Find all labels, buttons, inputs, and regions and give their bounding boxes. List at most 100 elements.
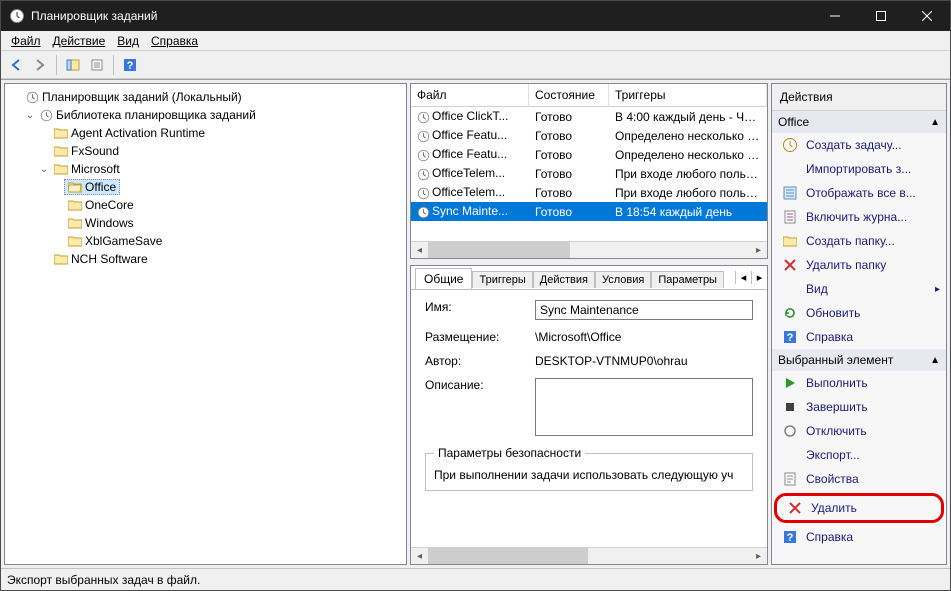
folder-icon [68, 199, 82, 211]
folder-icon [54, 145, 68, 157]
app-icon [9, 8, 25, 24]
task-row[interactable]: Office Featu...ГотовоОпределено нескольк… [411, 126, 767, 145]
action-help[interactable]: ? Справка [772, 325, 946, 349]
action-show-all-running[interactable]: Отображать все в... [772, 181, 946, 205]
task-row[interactable]: Office Featu...ГотовоОпределено нескольк… [411, 145, 767, 164]
folder-icon [54, 163, 68, 175]
help-icon: ? [782, 529, 798, 545]
menu-help[interactable]: Справка [145, 32, 204, 50]
center-pane: Файл Состояние Триггеры Office ClickT...… [410, 83, 768, 565]
tab-nav-right[interactable]: ▸ [751, 271, 767, 284]
tab-general[interactable]: Общие [415, 268, 472, 289]
blank-icon [782, 447, 798, 463]
tree-item-nch[interactable]: NCH Software [51, 252, 151, 266]
forward-button[interactable] [29, 54, 51, 76]
back-button[interactable] [5, 54, 27, 76]
x-icon [787, 500, 803, 516]
tree-item-fxsound[interactable]: FxSound [51, 144, 122, 158]
tree-item-agent[interactable]: Agent Activation Runtime [51, 126, 208, 140]
tree-item-windows[interactable]: Windows [65, 216, 137, 230]
action-help-2[interactable]: ? Справка [772, 525, 946, 549]
col-header-file[interactable]: Файл [411, 84, 529, 106]
actions-header: Действия [772, 84, 946, 111]
section-selected-item[interactable]: Выбранный элемент▲ [772, 349, 946, 371]
export-list-button[interactable] [86, 54, 108, 76]
tree-root[interactable]: Планировщик заданий (Локальный) [23, 90, 245, 104]
action-export[interactable]: Экспорт... [772, 443, 946, 467]
menu-action[interactable]: Действие [47, 32, 112, 50]
minimize-button[interactable] [812, 1, 858, 31]
tab-triggers[interactable]: Триггеры [472, 271, 532, 288]
actions-pane: Действия Office▲ Создать задачу... Импор… [771, 83, 947, 565]
action-end[interactable]: Завершить [772, 395, 946, 419]
disable-icon [782, 423, 798, 439]
tab-nav-left[interactable]: ◂ [735, 271, 751, 284]
library-icon [40, 109, 53, 122]
toolbar: ? [1, 51, 950, 79]
tree-item-onecore[interactable]: OneCore [65, 198, 137, 212]
tree-toggle-icon[interactable]: ⌄ [37, 164, 51, 175]
x-icon [782, 257, 798, 273]
refresh-icon [782, 305, 798, 321]
menu-file[interactable]: Файл [5, 32, 47, 50]
folder-icon [54, 127, 68, 139]
horizontal-scrollbar[interactable]: ◂ ▸ [411, 241, 767, 258]
action-disable[interactable]: Отключить [772, 419, 946, 443]
action-enable-history[interactable]: Включить журна... [772, 205, 946, 229]
list-icon [782, 185, 798, 201]
svg-text:?: ? [127, 60, 134, 72]
action-delete-folder[interactable]: Удалить папку [772, 253, 946, 277]
folder-icon [782, 233, 798, 249]
help-button[interactable]: ? [119, 54, 141, 76]
tree-item-xblgamesave[interactable]: XblGameSave [65, 234, 165, 248]
action-new-folder[interactable]: Создать папку... [772, 229, 946, 253]
tab-conditions[interactable]: Условия [595, 271, 651, 288]
detail-hscrollbar[interactable]: ◂ ▸ [411, 547, 767, 564]
col-header-triggers[interactable]: Триггеры [609, 84, 767, 106]
tab-actions[interactable]: Действия [533, 271, 595, 288]
field-name[interactable]: Sync Maintenance [535, 300, 753, 320]
clock-icon [417, 187, 430, 200]
statusbar: Экспорт выбранных задач в файл. [1, 568, 950, 590]
folder-open-icon [68, 181, 82, 193]
task-row[interactable]: OfficeTelem...ГотовоПри входе любого пол… [411, 183, 767, 202]
folder-icon [68, 217, 82, 229]
tree-item-office[interactable]: Office [64, 179, 120, 195]
main-area: Планировщик заданий (Локальный) ⌄ Библио… [1, 79, 950, 568]
action-properties[interactable]: Свойства [772, 467, 946, 491]
scroll-right-button[interactable]: ▸ [750, 242, 767, 258]
label-description: Описание: [425, 378, 535, 392]
action-view[interactable]: Вид ▸ [772, 277, 946, 301]
menu-view[interactable]: Вид [111, 32, 145, 50]
show-hide-tree-button[interactable] [62, 54, 84, 76]
scroll-left-button[interactable]: ◂ [411, 548, 428, 564]
tree-toggle-icon[interactable]: ⌄ [23, 110, 37, 121]
clock-icon [417, 130, 430, 143]
task-row[interactable]: Sync Mainte...ГотовоВ 18:54 каждый день [411, 202, 767, 221]
scroll-left-button[interactable]: ◂ [411, 242, 428, 258]
action-create-task[interactable]: Создать задачу... [772, 133, 946, 157]
tab-settings[interactable]: Параметры [651, 271, 724, 288]
tree-item-microsoft[interactable]: Microsoft [51, 162, 123, 176]
scroll-right-button[interactable]: ▸ [750, 548, 767, 564]
task-row[interactable]: OfficeTelem...ГотовоПри входе любого пол… [411, 164, 767, 183]
titlebar: Планировщик заданий [1, 1, 950, 31]
tree-pane[interactable]: Планировщик заданий (Локальный) ⌄ Библио… [4, 83, 407, 565]
security-legend: Параметры безопасности [434, 446, 585, 460]
task-row[interactable]: Office ClickT...ГотовоВ 4:00 каждый день… [411, 107, 767, 126]
blank-icon [782, 161, 798, 177]
action-refresh[interactable]: Обновить [772, 301, 946, 325]
field-description[interactable] [535, 378, 753, 436]
action-delete[interactable]: Удалить [774, 493, 944, 523]
actions-list[interactable]: Office▲ Создать задачу... Импортировать … [772, 111, 946, 564]
stop-icon [782, 399, 798, 415]
action-run[interactable]: Выполнить [772, 371, 946, 395]
close-button[interactable] [904, 1, 950, 31]
col-header-state[interactable]: Состояние [529, 84, 609, 106]
maximize-button[interactable] [858, 1, 904, 31]
status-text: Экспорт выбранных задач в файл. [7, 573, 200, 587]
action-import-task[interactable]: Импортировать з... [772, 157, 946, 181]
tree-library[interactable]: Библиотека планировщика заданий [37, 108, 259, 122]
section-office[interactable]: Office▲ [772, 111, 946, 133]
list-rows[interactable]: Office ClickT...ГотовоВ 4:00 каждый день… [411, 107, 767, 241]
